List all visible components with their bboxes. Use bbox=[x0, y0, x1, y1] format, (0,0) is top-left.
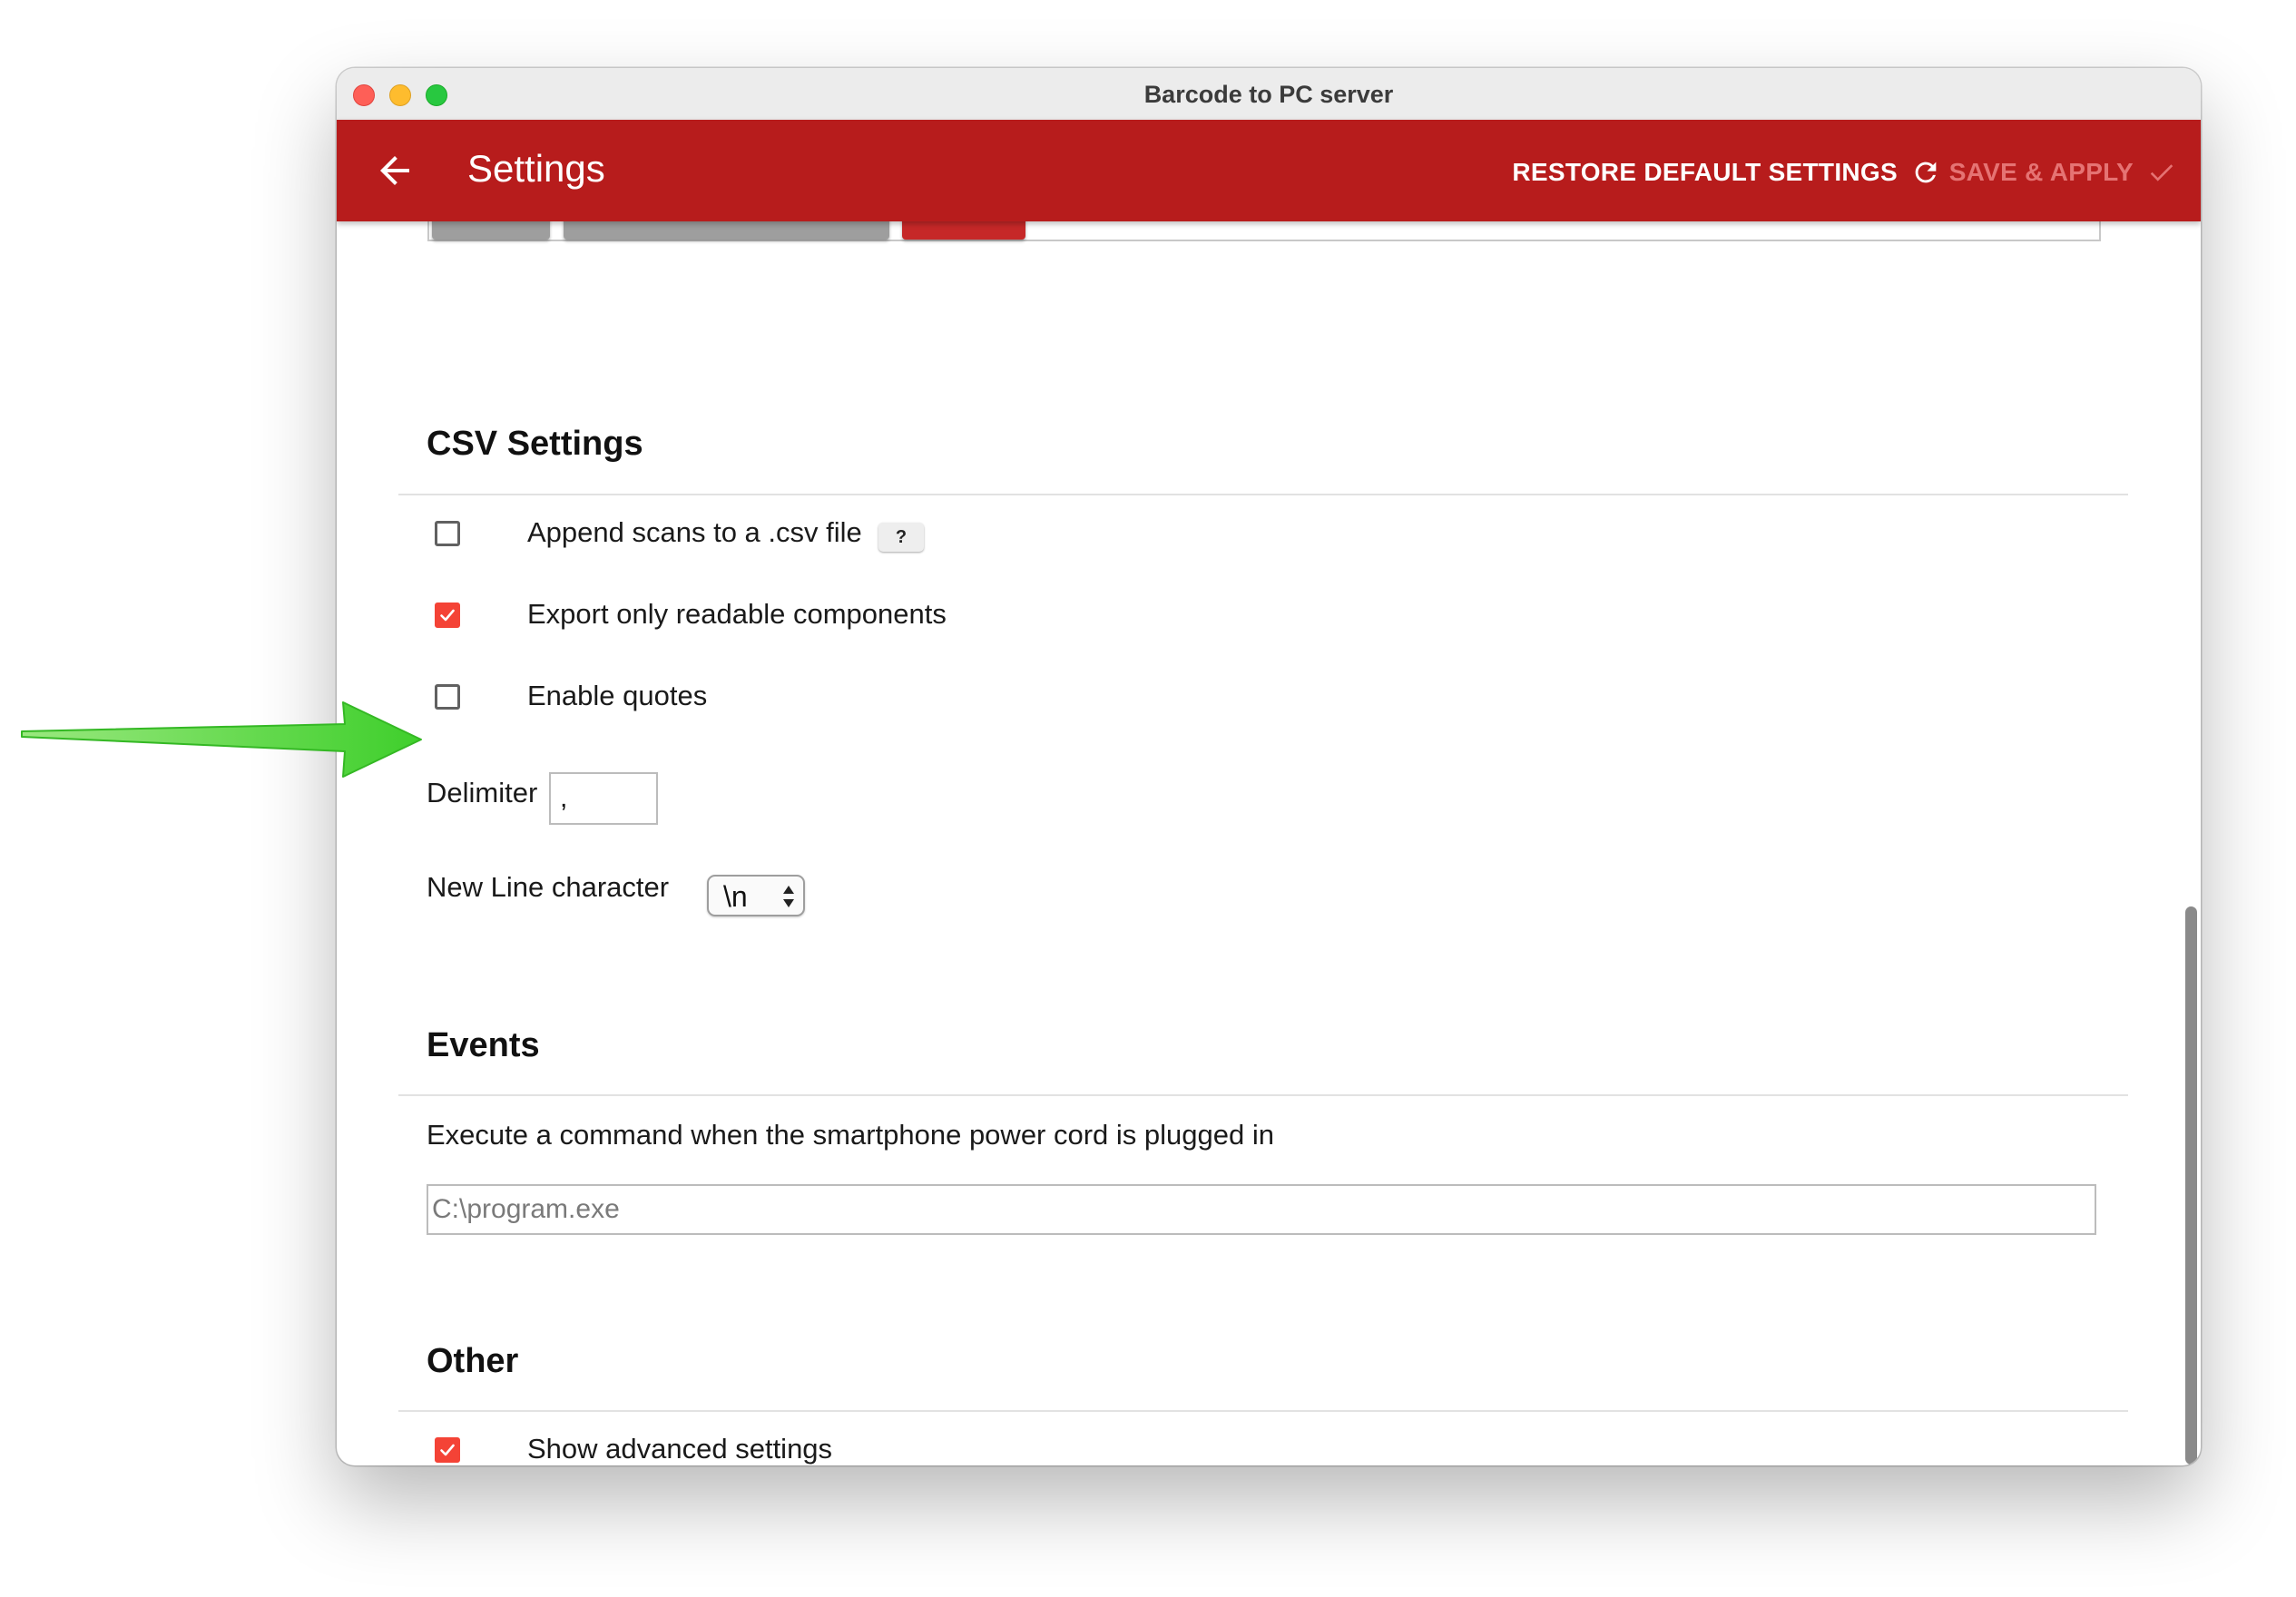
other-title: Other bbox=[427, 1342, 519, 1380]
newline-label: New Line character bbox=[427, 871, 670, 903]
scrollbar[interactable] bbox=[2185, 906, 2197, 1465]
export-readable-checkbox[interactable] bbox=[435, 603, 460, 628]
advanced-settings-label: Show advanced settings bbox=[527, 1433, 833, 1465]
help-button[interactable]: ? bbox=[878, 523, 924, 552]
command-input[interactable] bbox=[427, 1184, 2096, 1235]
settings-content: CSV Settings Append scans to a .csv file… bbox=[337, 221, 2201, 1465]
events-title: Events bbox=[427, 1026, 540, 1064]
command-label: Execute a command when the smartphone po… bbox=[427, 1119, 1274, 1151]
page-title: Settings bbox=[467, 147, 605, 190]
restore-default-settings-button[interactable]: RESTORE DEFAULT SETTINGS bbox=[1512, 154, 1941, 191]
select-arrows-icon bbox=[783, 886, 794, 907]
app-toolbar: Settings RESTORE DEFAULT SETTINGS SAVE &… bbox=[337, 120, 2201, 221]
restore-label: RESTORE DEFAULT SETTINGS bbox=[1512, 158, 1898, 186]
append-csv-checkbox[interactable] bbox=[435, 521, 460, 546]
check-icon bbox=[2150, 164, 2173, 181]
append-csv-label: Append scans to a .csv file bbox=[527, 516, 862, 548]
template-chip[interactable] bbox=[564, 221, 889, 240]
delimiter-input[interactable] bbox=[549, 772, 658, 825]
template-chip[interactable] bbox=[432, 221, 550, 240]
save-label: SAVE & APPLY bbox=[1948, 158, 2134, 186]
enable-quotes-label: Enable quotes bbox=[527, 680, 708, 711]
delimiter-label: Delimiter bbox=[427, 777, 538, 808]
app-window: Barcode to PC server Settings RESTORE DE… bbox=[337, 68, 2201, 1465]
newline-value: \n bbox=[723, 880, 748, 913]
section-divider bbox=[398, 1094, 2128, 1096]
newline-select[interactable]: \n bbox=[707, 875, 805, 916]
csv-settings-title: CSV Settings bbox=[427, 425, 643, 463]
title-bar: Barcode to PC server bbox=[337, 68, 2201, 121]
template-chip[interactable] bbox=[902, 221, 1025, 240]
green-arrow-icon bbox=[21, 701, 422, 778]
section-divider bbox=[398, 1410, 2128, 1412]
section-divider bbox=[398, 494, 2128, 495]
checkmark-icon bbox=[440, 1444, 455, 1456]
refresh-icon bbox=[1915, 162, 1937, 183]
export-readable-label: Export only readable components bbox=[527, 598, 947, 630]
arrow-left-icon bbox=[380, 156, 409, 185]
advanced-settings-checkbox[interactable] bbox=[435, 1437, 460, 1463]
save-apply-button[interactable]: SAVE & APPLY bbox=[1949, 154, 2177, 191]
enable-quotes-checkbox[interactable] bbox=[435, 684, 460, 710]
back-button[interactable] bbox=[373, 149, 417, 192]
checkmark-icon bbox=[440, 609, 455, 622]
window-title: Barcode to PC server bbox=[1143, 81, 1394, 108]
